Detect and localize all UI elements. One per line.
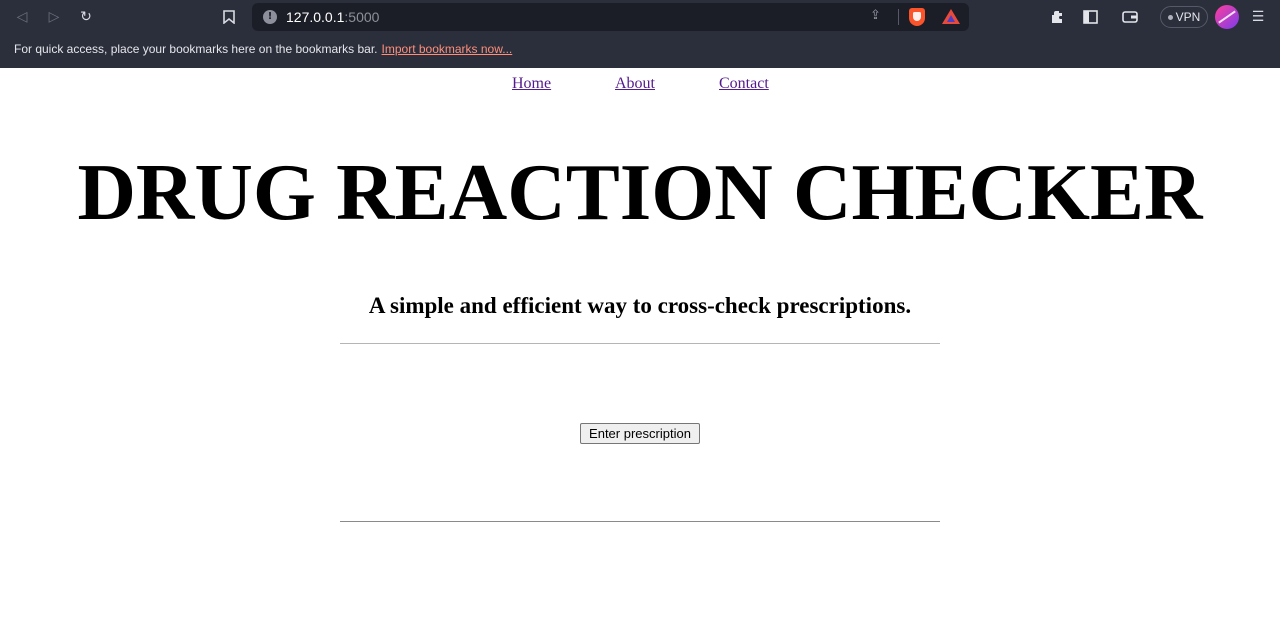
bookmark-icon[interactable]: [218, 6, 240, 28]
nav-link-contact[interactable]: Contact: [719, 75, 769, 93]
nav-link-home[interactable]: Home: [512, 75, 551, 93]
nav-link-about[interactable]: About: [615, 75, 655, 93]
page-title: DRUG REACTION CHECKER: [77, 147, 1203, 237]
extensions-icon[interactable]: [1047, 6, 1069, 28]
vpn-status-dot: [1167, 15, 1173, 21]
vpn-label: VPN: [1175, 10, 1201, 24]
top-nav: Home About Contact: [0, 75, 1280, 95]
import-bookmarks-link[interactable]: Import bookmarks now...: [382, 42, 513, 56]
sidebar-icon[interactable]: [1079, 6, 1101, 28]
wallet-icon[interactable]: [1119, 6, 1141, 28]
enter-prescription-button[interactable]: Enter prescription: [580, 423, 700, 444]
brave-shields-icon[interactable]: [909, 8, 925, 26]
divider-top: [340, 343, 940, 344]
share-icon[interactable]: ⇪: [870, 8, 881, 23]
address-bar[interactable]: ! 127.0.0.1:5000 ⇪: [252, 3, 969, 31]
reload-icon[interactable]: ↻: [75, 6, 97, 28]
forward-icon[interactable]: ▷: [43, 6, 65, 28]
divider-bottom: [340, 521, 940, 522]
back-icon[interactable]: ◁: [11, 6, 33, 28]
bookmarks-bar: For quick access, place your bookmarks h…: [0, 34, 1280, 68]
profile-avatar[interactable]: [1215, 5, 1239, 29]
bookmarks-bar-message: For quick access, place your bookmarks h…: [14, 42, 378, 56]
browser-chrome: ◁ ▷ ↻ ! 127.0.0.1:5000 ⇪ VPN ☰ For quick…: [0, 0, 1280, 68]
browser-toolbar: ◁ ▷ ↻ ! 127.0.0.1:5000 ⇪ VPN ☰: [0, 0, 1280, 34]
address-text[interactable]: 127.0.0.1:5000: [286, 9, 379, 25]
menu-icon[interactable]: ☰: [1247, 6, 1269, 28]
site-info-icon[interactable]: !: [263, 10, 277, 24]
vpn-button[interactable]: VPN: [1160, 6, 1208, 28]
brave-rewards-icon[interactable]: [942, 9, 960, 24]
address-divider: [898, 9, 899, 25]
page-subtitle: A simple and efficient way to cross-chec…: [368, 293, 912, 318]
